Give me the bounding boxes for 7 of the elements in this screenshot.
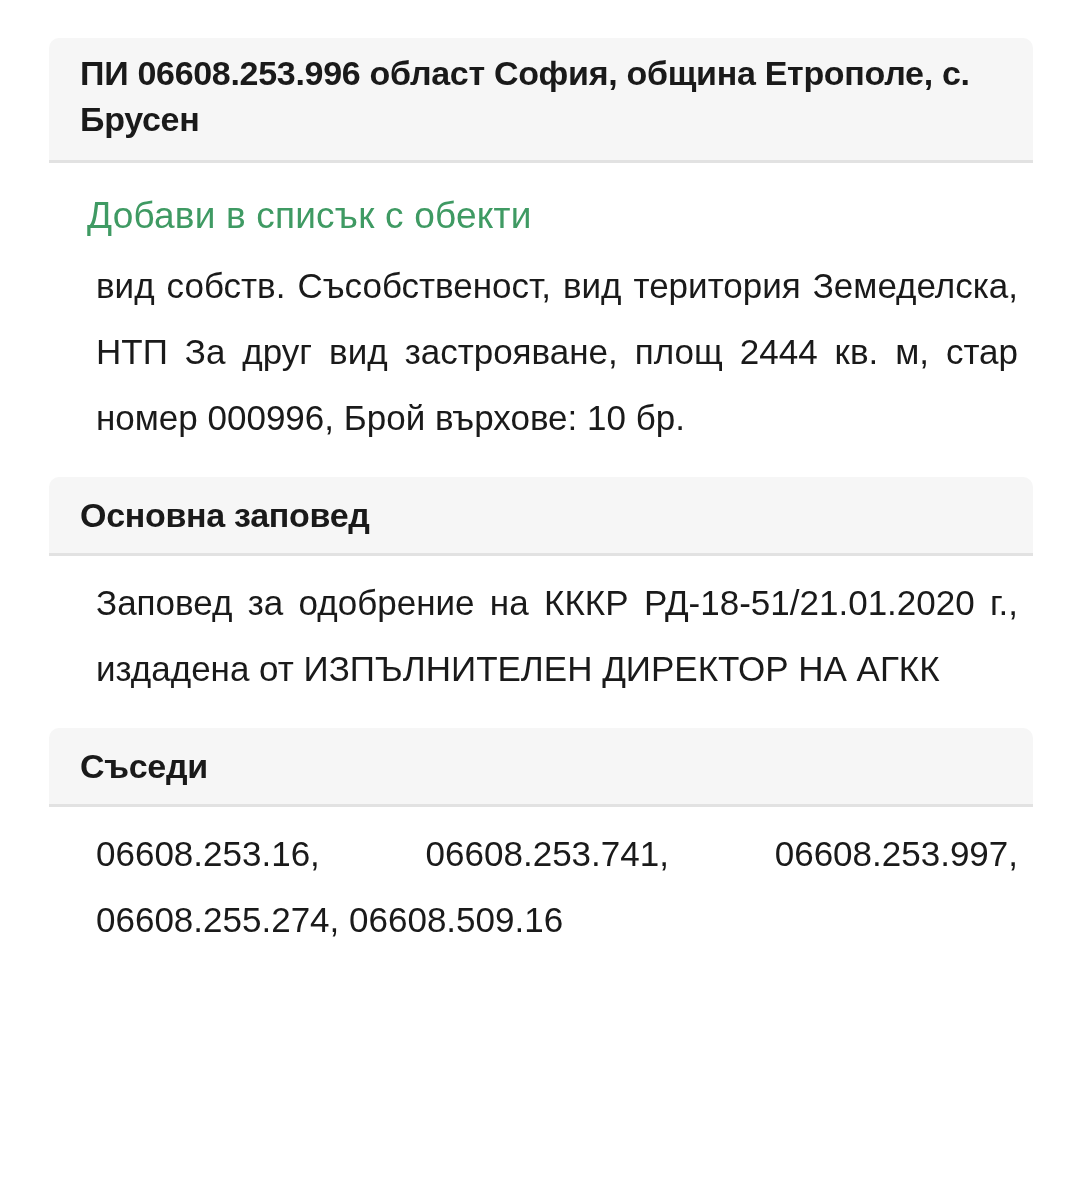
section-text: 06608.253.16, 06608.253.741, 06608.253.997, 06608.255.274, 06608.509.16 <box>96 833 1018 941</box>
section-text: Заповед за одобрение на КККР РД-18-51/21.01.2020 г., издадена от ИЗПЪЛНИТЕЛЕН ДИРЕКТОР НА АГКК <box>96 582 1018 690</box>
section-heading: Съседи <box>80 746 209 787</box>
section-heading: Основна заповед <box>80 495 371 536</box>
parcel-description: вид собств. Съсобственост, вид територия Земеделска, НТП За друг вид застрояване, площ 2444 кв. м, стар номер 000996, Брой върхове: 10 бр. <box>96 265 1018 439</box>
add-to-list-link[interactable]: Добави в списък с обекти <box>87 195 532 237</box>
parcel-title: ПИ 06608.253.996 област София, община Етрополе, с. Брусен <box>80 53 971 140</box>
